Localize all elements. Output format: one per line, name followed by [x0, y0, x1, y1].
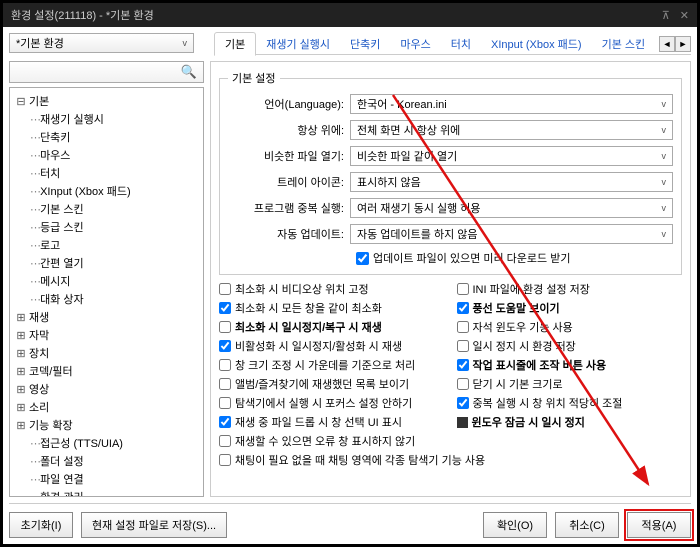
tray-combo[interactable]: 표시하지 않음v: [350, 172, 673, 192]
option-checkbox[interactable]: 탐색기에서 실행 시 포커스 설정 안하기: [219, 395, 445, 411]
option-checkbox[interactable]: 재생 중 파일 드롭 시 창 선택 UI 표시: [219, 414, 445, 430]
basic-fieldset: 기본 설정 언어(Language): 한국어 - Korean.iniv 항상…: [219, 70, 682, 275]
tree-item[interactable]: ⊞ 코덱/필터: [12, 362, 201, 380]
save-button[interactable]: 현재 설정 파일로 저장(S)...: [81, 512, 227, 538]
chevron-down-icon: v: [662, 151, 667, 161]
ok-button[interactable]: 확인(O): [483, 512, 547, 538]
update-label: 자동 업데이트:: [228, 226, 350, 242]
option-checkbox[interactable]: INI 파일에 환경 설정 저장: [457, 281, 683, 297]
search-icon: 🔍: [181, 64, 197, 80]
chevron-down-icon: v: [662, 203, 667, 213]
option-checkbox[interactable]: 최소화 시 일시정지/복구 시 재생: [219, 319, 445, 335]
update-dl-checkbox[interactable]: [356, 252, 369, 265]
tree-item[interactable]: ⊟ 기본: [12, 92, 201, 110]
tree-item[interactable]: ⊞ 영상: [12, 380, 201, 398]
chevron-down-icon: v: [662, 229, 667, 239]
tab-touch[interactable]: 터치: [441, 33, 481, 55]
option-checkbox[interactable]: 일시 정지 시 환경 저장: [457, 338, 683, 354]
option-checkbox[interactable]: 윈도우 잠금 시 일시 정지: [457, 414, 683, 430]
tree-item[interactable]: 메시지: [12, 272, 201, 290]
tree-item[interactable]: ⊞ 장치: [12, 344, 201, 362]
language-combo[interactable]: 한국어 - Korean.iniv: [350, 94, 673, 114]
tab-shortcut[interactable]: 단축키: [340, 33, 390, 55]
chevron-down-icon: v: [662, 125, 667, 135]
tab-scroll-left[interactable]: ◄: [659, 36, 675, 52]
tree-item[interactable]: ⊞ 재생: [12, 308, 201, 326]
chevron-down-icon: v: [662, 177, 667, 187]
option-checkbox[interactable]: 닫기 시 기본 크기로: [457, 376, 683, 392]
similar-combo[interactable]: 비슷한 파일 같이 열기v: [350, 146, 673, 166]
tree-item[interactable]: 단축키: [12, 128, 201, 146]
option-checkbox[interactable]: 풍선 도움말 보이기: [457, 300, 683, 316]
apply-button[interactable]: 적용(A): [627, 512, 691, 538]
option-checkbox[interactable]: 중복 실행 시 창 위치 적당히 조절: [457, 395, 683, 411]
close-icon[interactable]: ✕: [680, 9, 689, 22]
option-checkbox[interactable]: 창 크기 조정 시 가운데를 기준으로 처리: [219, 357, 445, 373]
tab-skin[interactable]: 기본 스킨: [592, 33, 656, 55]
environment-combo[interactable]: *기본 환경 v: [9, 33, 194, 53]
ontop-label: 항상 위에:: [228, 122, 350, 138]
option-checkbox[interactable]: 재생할 수 있으면 오류 창 표시하지 않기: [219, 433, 682, 449]
options-grid: 최소화 시 비디오상 위치 고정 INI 파일에 환경 설정 저장최소화 시 모든…: [219, 281, 682, 468]
tab-xinput[interactable]: XInput (Xbox 패드): [481, 33, 592, 55]
update-dl-label: 업데이트 파일이 있으면 미리 다운로드 받기: [373, 250, 570, 266]
tree-item[interactable]: 파일 연결: [12, 470, 201, 488]
search-input[interactable]: 🔍: [9, 61, 204, 83]
tree-item[interactable]: ⊞ 기능 확장: [12, 416, 201, 434]
tree-item[interactable]: 로고: [12, 236, 201, 254]
tab-onplay[interactable]: 재생기 실행시: [256, 33, 340, 55]
tree-item[interactable]: 기본 스킨: [12, 200, 201, 218]
tree-item[interactable]: XInput (Xbox 패드): [12, 182, 201, 200]
tray-label: 트레이 아이콘:: [228, 174, 350, 190]
cancel-button[interactable]: 취소(C): [555, 512, 619, 538]
chevron-down-icon: v: [662, 99, 667, 109]
tree-item[interactable]: 재생기 실행시: [12, 110, 201, 128]
tree-item[interactable]: 등급 스킨: [12, 218, 201, 236]
tabstrip: 기본 재생기 실행시 단축키 마우스 터치 XInput (Xbox 패드) 기…: [214, 33, 691, 55]
option-checkbox[interactable]: 작업 표시줄에 조작 버튼 사용: [457, 357, 683, 373]
tab-basic[interactable]: 기본: [214, 32, 256, 56]
tree-item[interactable]: 폴더 설정: [12, 452, 201, 470]
basic-legend: 기본 설정: [228, 70, 280, 86]
init-button[interactable]: 초기화(I): [9, 512, 73, 538]
tree-item[interactable]: ⊞ 소리: [12, 398, 201, 416]
option-checkbox[interactable]: 앨범/즐겨찾기에 재생했던 목록 보이기: [219, 376, 445, 392]
tab-mouse[interactable]: 마우스: [390, 33, 440, 55]
chevron-down-icon: v: [183, 38, 188, 48]
tree-item[interactable]: 대화 상자: [12, 290, 201, 308]
tab-scroll-right[interactable]: ►: [675, 36, 691, 52]
tree-item[interactable]: ⊞ 자막: [12, 326, 201, 344]
dup-combo[interactable]: 여러 재생기 동시 실행 허용v: [350, 198, 673, 218]
language-label: 언어(Language):: [228, 96, 350, 112]
window-title: 환경 설정(211118) - *기본 환경: [11, 7, 154, 23]
tree-item[interactable]: 마우스: [12, 146, 201, 164]
option-checkbox[interactable]: 채팅이 필요 없을 때 채팅 영역에 각종 탐색기 기능 사용: [219, 452, 682, 468]
titlebar: 환경 설정(211118) - *기본 환경 ⊼ ✕: [3, 3, 697, 27]
dup-label: 프로그램 중복 실행:: [228, 200, 350, 216]
option-checkbox[interactable]: 최소화 시 모든 창을 같이 최소화: [219, 300, 445, 316]
tree-item[interactable]: 간편 열기: [12, 254, 201, 272]
environment-combo-value: *기본 환경: [16, 35, 64, 51]
footer: 초기화(I) 현재 설정 파일로 저장(S)... 확인(O) 취소(C) 적용…: [9, 503, 691, 538]
tree-item[interactable]: 접근성 (TTS/UIA): [12, 434, 201, 452]
settings-panel: 기본 설정 언어(Language): 한국어 - Korean.iniv 항상…: [210, 61, 691, 497]
similar-label: 비슷한 파일 열기:: [228, 148, 350, 164]
pin-icon[interactable]: ⊼: [662, 9, 670, 22]
tree-item[interactable]: 터치: [12, 164, 201, 182]
option-checkbox[interactable]: 최소화 시 비디오상 위치 고정: [219, 281, 445, 297]
tree-item[interactable]: 환경 관리: [12, 488, 201, 497]
option-checkbox[interactable]: 자석 윈도우 기능 사용: [457, 319, 683, 335]
option-checkbox[interactable]: 비활성화 시 일시정지/활성화 시 재생: [219, 338, 445, 354]
category-tree[interactable]: ⊟ 기본재생기 실행시단축키마우스터치XInput (Xbox 패드)기본 스킨…: [9, 87, 204, 497]
update-combo[interactable]: 자동 업데이트를 하지 않음v: [350, 224, 673, 244]
ontop-combo[interactable]: 전체 화면 시 항상 위에v: [350, 120, 673, 140]
